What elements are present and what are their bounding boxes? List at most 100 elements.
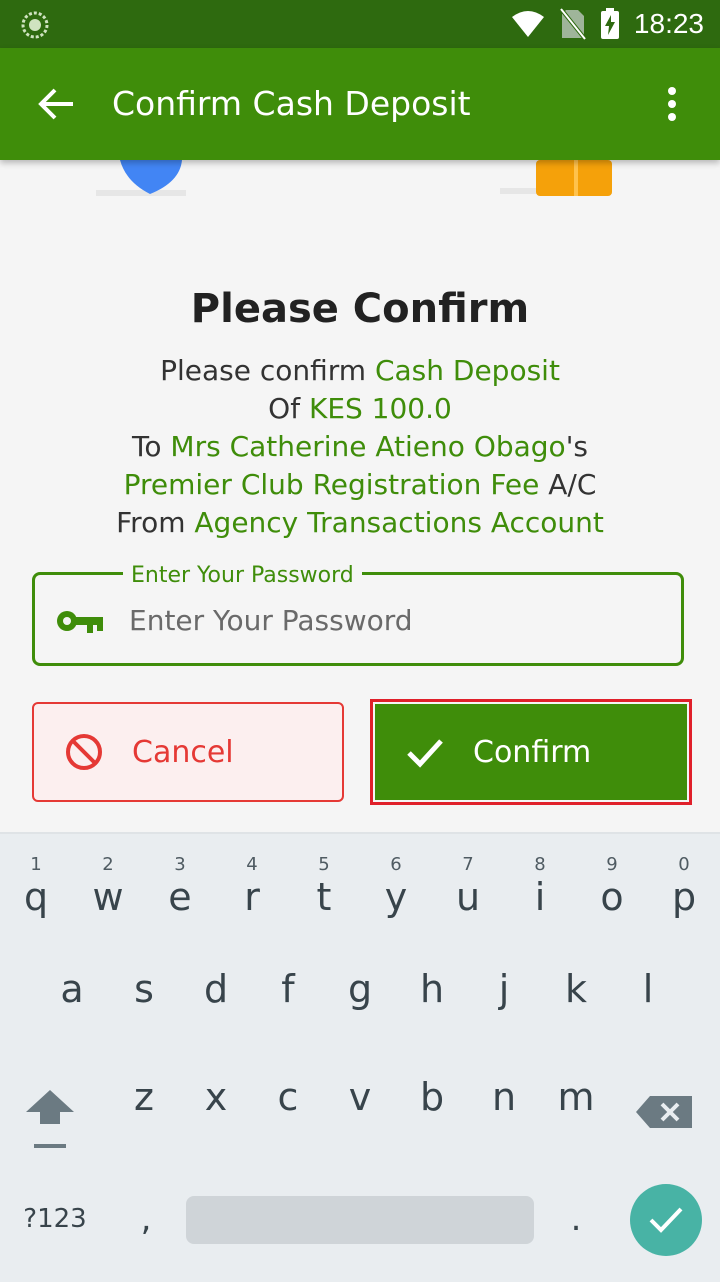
confirm-button[interactable]: Confirm — [375, 704, 687, 800]
keyboard-row-2: asd f g h j k l — [0, 952, 720, 1052]
backspace-icon — [636, 1096, 692, 1128]
key-x[interactable]: x — [180, 1060, 252, 1160]
key-char: j — [498, 967, 510, 1011]
key-char: l — [642, 967, 654, 1011]
password-field[interactable]: Enter Your Password — [32, 563, 684, 666]
key-f[interactable]: f — [252, 952, 324, 1052]
key-r[interactable]: 4r — [216, 840, 288, 940]
key-m[interactable]: m — [540, 1060, 612, 1160]
password-label: Enter Your Password — [123, 563, 362, 589]
key-n[interactable]: n — [468, 1060, 540, 1160]
transaction-amount: KES 100.0 — [308, 392, 452, 425]
key-e[interactable]: 3e — [144, 840, 216, 940]
key-icon — [57, 611, 103, 633]
key-char: a — [60, 967, 84, 1011]
no-sim-icon — [559, 8, 586, 40]
summary-text: Of — [268, 392, 309, 425]
key-t[interactable]: 5t — [288, 840, 360, 940]
keyboard-row-4: ?123 , . — [0, 1174, 720, 1274]
space-key[interactable] — [186, 1196, 534, 1244]
key-z[interactable]: z — [108, 1060, 180, 1160]
key-char: q — [23, 875, 49, 919]
transaction-type: Cash Deposit — [374, 354, 560, 387]
symbols-key[interactable]: ?123 — [10, 1174, 100, 1264]
comma-key[interactable]: , — [116, 1174, 176, 1264]
key-q[interactable]: 1q — [0, 840, 72, 940]
destination-account: Premier Club Registration Fee — [123, 468, 540, 501]
soft-keyboard: 1q2w3e4r5t6y7u8i9o0p a s d f g h j k l z x c v b nm ?… — [0, 832, 720, 1282]
status-icons: 18:23 — [510, 0, 704, 48]
wallet-illustration-icon — [500, 160, 612, 196]
summary-text: A/C — [539, 468, 597, 501]
key-char: o — [600, 875, 624, 919]
key-char: w — [92, 875, 124, 919]
more-vert-icon — [668, 87, 676, 121]
key-l[interactable]: l — [612, 952, 684, 1052]
keyboard-row-3: z x c v b nm — [0, 1060, 720, 1160]
key-char: e — [168, 875, 192, 919]
key-char: k — [564, 967, 587, 1011]
status-bar: 18:23 — [0, 0, 720, 48]
key-char: p — [671, 875, 697, 919]
key-c[interactable]: c — [252, 1060, 324, 1160]
source-account: Agency Transactions Account — [194, 506, 604, 539]
key-u[interactable]: 7u — [432, 840, 504, 940]
key-i[interactable]: 8i — [504, 840, 576, 940]
block-icon — [66, 734, 102, 770]
page-title: Confirm Cash Deposit — [112, 84, 471, 123]
key-p[interactable]: 0p — [648, 840, 720, 940]
key-v[interactable]: v — [324, 1060, 396, 1160]
key-a[interactable]: a — [36, 952, 108, 1052]
key-o[interactable]: 9o — [576, 840, 648, 940]
key-char: t — [316, 875, 332, 919]
key-char: d — [203, 967, 229, 1011]
key-char: x — [204, 1075, 228, 1119]
enter-key[interactable] — [630, 1184, 702, 1256]
check-icon — [649, 1207, 683, 1233]
key-char: h — [419, 967, 445, 1011]
shield-illustration-icon — [96, 160, 186, 196]
battery-charging-icon — [600, 8, 619, 39]
key-d[interactable]: d — [180, 952, 252, 1052]
key-w[interactable]: 2w — [72, 840, 144, 940]
confirm-heading: Please Confirm — [190, 286, 530, 332]
summary-line-account: Premier Club Registration Fee A/C — [0, 466, 720, 504]
key-char: i — [534, 875, 546, 919]
key-char: n — [491, 1075, 517, 1119]
back-button[interactable] — [28, 76, 84, 132]
confirm-panel: Please Confirm Please confirm Cash Depos… — [0, 160, 720, 830]
key-h[interactable]: h — [396, 952, 468, 1052]
password-input[interactable] — [127, 589, 671, 651]
shift-icon — [26, 1090, 74, 1148]
key-char: r — [244, 875, 260, 919]
key-s[interactable]: s — [108, 952, 180, 1052]
overflow-menu-button[interactable] — [652, 76, 692, 132]
key-char: z — [134, 1075, 154, 1119]
summary-line-source: From Agency Transactions Account — [0, 504, 720, 542]
key-b[interactable]: b — [396, 1060, 468, 1160]
key-char: f — [281, 967, 295, 1011]
key-k[interactable]: k — [540, 952, 612, 1052]
key-char: y — [384, 875, 408, 919]
key-char: v — [348, 1075, 372, 1119]
summary-text: 's — [565, 430, 588, 463]
key-char: c — [277, 1075, 299, 1119]
key-g[interactable]: g — [324, 952, 396, 1052]
keyboard-row-1: 1q2w3e4r5t6y7u8i9o0p — [0, 840, 720, 940]
key-y[interactable]: 6y — [360, 840, 432, 940]
delete-key[interactable] — [634, 1062, 698, 1162]
shift-key[interactable] — [18, 1062, 82, 1162]
summary-text: Please confirm — [160, 354, 375, 387]
summary-line-type: Please confirm Cash Deposit — [0, 352, 720, 390]
summary-line-amount: Of KES 100.0 — [0, 390, 720, 428]
key-char: g — [347, 967, 373, 1011]
transaction-summary: Please confirm Cash Deposit Of KES 100.0… — [0, 352, 720, 542]
cancel-button[interactable]: Cancel — [32, 702, 344, 802]
key-char: b — [419, 1075, 445, 1119]
period-key[interactable]: . — [546, 1174, 606, 1264]
confirm-label: Confirm — [473, 734, 592, 770]
app-bar: Confirm Cash Deposit — [0, 48, 720, 160]
arrow-back-icon — [38, 88, 73, 120]
summary-line-recipient: To Mrs Catherine Atieno Obago's — [0, 428, 720, 466]
key-j[interactable]: j — [468, 952, 540, 1052]
